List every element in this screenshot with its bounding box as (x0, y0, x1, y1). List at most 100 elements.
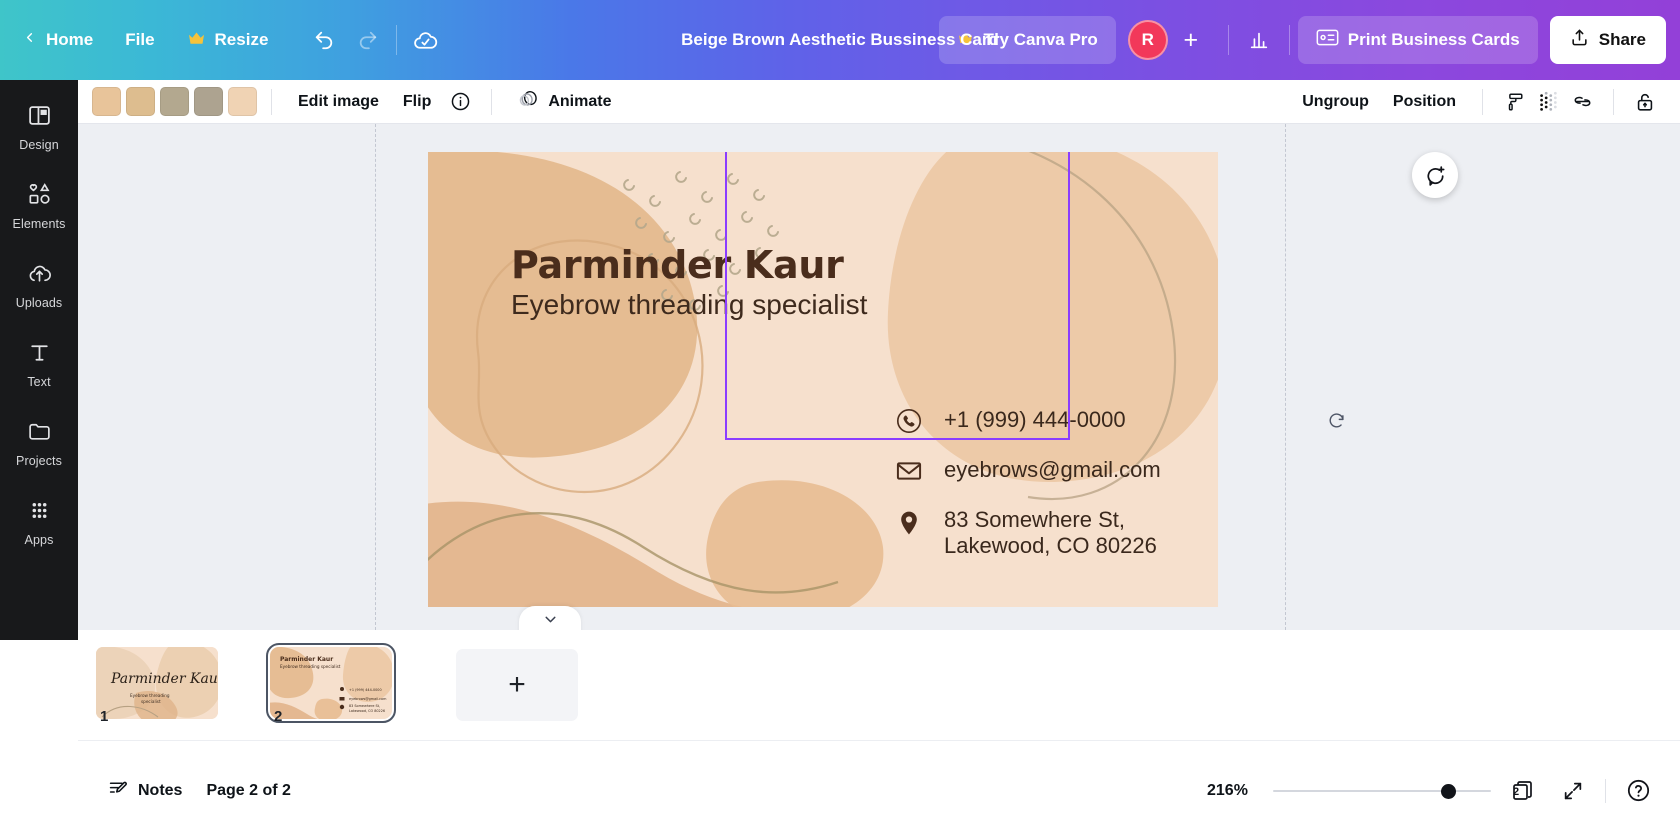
envelope-icon (895, 457, 923, 490)
topbar-divider (1288, 25, 1290, 55)
animate-icon (518, 88, 540, 115)
avatar-initial: R (1141, 30, 1154, 49)
contact-row-address[interactable]: 83 Somewhere St, Lakewood, CO 80226 (895, 507, 1161, 560)
notes-icon (108, 778, 129, 804)
contact-address-text: 83 Somewhere St, Lakewood, CO 80226 (944, 507, 1157, 559)
resize-label: Resize (214, 30, 269, 49)
print-business-cards-button[interactable]: Print Business Cards (1297, 16, 1538, 64)
text-t-icon (27, 340, 52, 370)
scroll-down-button[interactable] (519, 606, 581, 630)
svg-text:Eyebrow threading specialist: Eyebrow threading specialist (280, 664, 341, 669)
share-label: Share (1598, 30, 1646, 49)
sidebar-item-label: Apps (24, 533, 54, 547)
animate-button[interactable]: Animate (506, 85, 623, 118)
zoom-slider[interactable] (1273, 782, 1491, 800)
help-circle-icon (1627, 779, 1649, 802)
toolbar-divider (1482, 88, 1483, 115)
card-name-text[interactable]: Parminder Kaur (511, 243, 844, 287)
svg-text:Eyebrow threading: Eyebrow threading (130, 693, 170, 698)
card-subtitle-text[interactable]: Eyebrow threading specialist (511, 289, 867, 321)
sidebar-item-design[interactable]: Design (0, 88, 78, 167)
paint-roller-button[interactable] (1497, 85, 1531, 119)
insights-button[interactable] (1237, 18, 1281, 62)
sidebar-item-label: Design (19, 138, 59, 152)
add-comment-button[interactable] (1412, 152, 1458, 198)
share-button[interactable]: Share (1549, 16, 1666, 64)
resize-button[interactable]: Resize (171, 16, 285, 64)
contact-row-phone[interactable]: +1 (999) 444-0000 (895, 407, 1161, 440)
toolbar-divider (396, 25, 398, 55)
folder-icon (27, 419, 52, 449)
add-member-button[interactable]: + (1172, 21, 1210, 59)
ungroup-button[interactable]: Ungroup (1290, 85, 1381, 118)
info-button[interactable] (443, 85, 477, 119)
card-contact-block[interactable]: +1 (999) 444-0000 eyebrows@gmail.com 83 … (895, 407, 1161, 560)
color-swatch[interactable] (228, 87, 257, 116)
svg-text:specialist: specialist (141, 699, 161, 704)
selection-toolbar: Edit image Flip Animate Ungroup Position (78, 80, 1680, 124)
animate-icon-svg (520, 91, 538, 106)
lock-button[interactable] (1628, 85, 1662, 119)
home-button[interactable]: Home (0, 16, 109, 64)
redo-button[interactable] (346, 18, 390, 62)
color-swatch[interactable] (160, 87, 189, 116)
shapes-icon (27, 182, 52, 212)
zoom-percent-label[interactable]: 216% (1207, 782, 1259, 800)
notes-button[interactable]: Notes (96, 773, 194, 809)
link-button[interactable] (1565, 85, 1599, 119)
rotate-handle[interactable] (1321, 406, 1351, 436)
svg-text:+1 (999) 444-0000: +1 (999) 444-0000 (349, 688, 382, 692)
sidebar-item-elements[interactable]: Elements (0, 167, 78, 246)
page-indicator[interactable]: Page 2 of 2 (194, 773, 302, 809)
animate-label: Animate (548, 92, 612, 110)
info-circle-icon (451, 92, 470, 111)
grid-dots-icon (27, 498, 52, 528)
transparency-button[interactable] (1531, 85, 1565, 119)
contact-row-email[interactable]: eyebrows@gmail.com (895, 457, 1161, 490)
help-button[interactable] (1620, 773, 1656, 809)
ungroup-label: Ungroup (1302, 92, 1369, 110)
position-label: Position (1392, 92, 1456, 110)
fullscreen-button[interactable] (1555, 773, 1591, 809)
page-thumbnail-wrapper: Parminder Kaur Eyebrow threading special… (96, 647, 242, 725)
color-swatch[interactable] (126, 87, 155, 116)
edit-image-button[interactable]: Edit image (286, 85, 391, 118)
margin-guide-right (1285, 124, 1286, 630)
sidebar-item-projects[interactable]: Projects (0, 404, 78, 483)
canvas-area[interactable]: Parminder Kaur Eyebrow threading special… (78, 124, 1680, 630)
flip-label: Flip (402, 92, 432, 110)
svg-text:Parminder Kaur: Parminder Kaur (280, 656, 333, 663)
page-thumbnail-wrapper: Parminder Kaur Eyebrow threading special… (266, 643, 416, 725)
add-page-button[interactable]: + (456, 649, 578, 721)
bar-chart-icon (1250, 32, 1267, 49)
phone-icon (895, 407, 923, 440)
page-number-label: 1 (100, 708, 109, 725)
cloud-saved-icon (414, 31, 437, 49)
page-count-button[interactable]: 2 (1505, 773, 1541, 809)
sidebar-item-label: Text (27, 375, 51, 389)
avatar[interactable]: R (1127, 20, 1168, 60)
sidebar-item-label: Uploads (15, 296, 63, 310)
color-swatch[interactable] (92, 87, 121, 116)
sidebar-item-apps[interactable]: Apps (0, 483, 78, 562)
zoom-slider-track (1273, 789, 1491, 792)
redo-icon (360, 31, 377, 50)
sidebar-item-uploads[interactable]: Uploads (0, 246, 78, 325)
color-swatch[interactable] (194, 87, 223, 116)
business-card-design[interactable]: Parminder Kaur Eyebrow threading special… (428, 152, 1218, 607)
crown-icon (187, 31, 206, 50)
chevron-left-icon (22, 30, 37, 50)
sidebar-item-text[interactable]: Text (0, 325, 78, 404)
undo-button[interactable] (302, 18, 346, 62)
flip-button[interactable]: Flip (391, 85, 443, 118)
position-button[interactable]: Position (1381, 85, 1468, 118)
contact-phone-text: +1 (999) 444-0000 (944, 407, 1126, 432)
top-navigation-bar: Home File Resize Beige Brown Aesthetic B… (0, 0, 1680, 80)
file-menu-button[interactable]: File (109, 16, 170, 64)
cloud-saved-button[interactable] (403, 18, 447, 62)
business-card-icon (1316, 28, 1339, 52)
topbar-divider (1227, 25, 1229, 55)
home-label: Home (46, 30, 94, 49)
zoom-slider-knob[interactable] (1441, 783, 1456, 799)
cloud-upload-icon (27, 261, 52, 291)
